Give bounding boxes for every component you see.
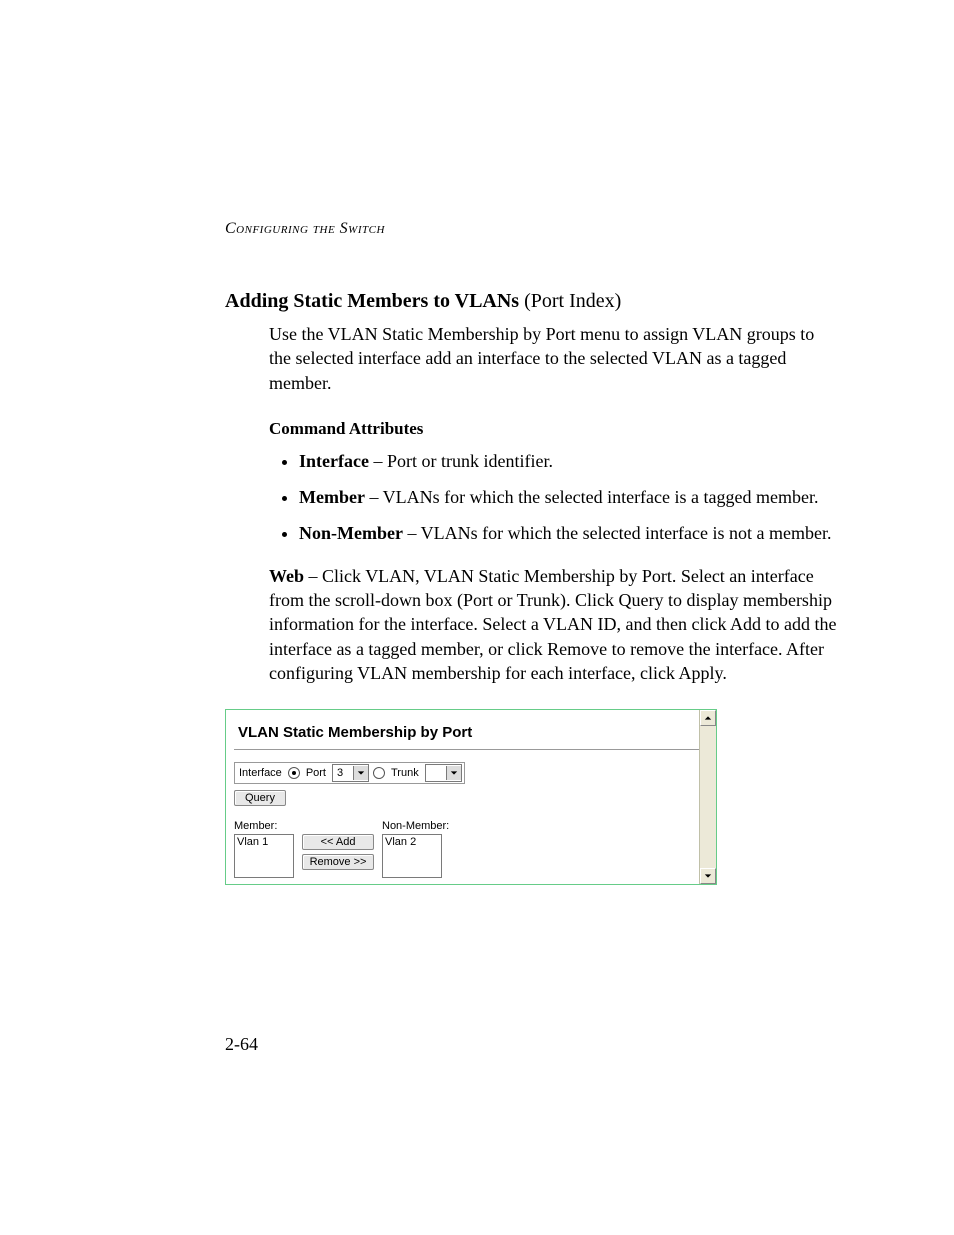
attr-term: Interface — [299, 451, 369, 471]
attributes-list: Interface – Port or trunk identifier. Me… — [269, 449, 839, 546]
attr-desc: – VLANs for which the selected interface… — [403, 523, 832, 543]
interface-row: Interface Port 3 Trunk — [234, 762, 465, 784]
attr-term: Member — [299, 487, 365, 507]
trunk-radio[interactable] — [373, 767, 385, 779]
port-select-value: 3 — [333, 767, 353, 779]
web-lead: Web — [269, 566, 304, 586]
member-label: Member: — [234, 820, 294, 832]
heading-suffix: (Port Index) — [519, 290, 621, 312]
query-button[interactable]: Query — [234, 790, 286, 806]
port-radio[interactable] — [288, 767, 300, 779]
port-label: Port — [306, 767, 326, 779]
nonmember-label: Non-Member: — [382, 820, 449, 832]
panel-title: VLAN Static Membership by Port — [234, 716, 708, 747]
scroll-up-button[interactable] — [700, 710, 716, 726]
attr-desc: – VLANs for which the selected interface… — [365, 487, 819, 507]
port-select[interactable]: 3 — [332, 764, 369, 782]
scrollbar[interactable] — [699, 710, 716, 884]
page-number: 2-64 — [225, 1034, 258, 1055]
running-head: Configuring the Switch — [225, 220, 839, 238]
list-item: Member – VLANs for which the selected in… — [299, 485, 839, 509]
list-item[interactable]: Vlan 1 — [237, 836, 291, 848]
nonmember-listbox[interactable]: Vlan 2 — [382, 834, 442, 878]
scroll-down-button[interactable] — [700, 868, 716, 884]
web-body: – Click VLAN, VLAN Static Membership by … — [269, 566, 836, 683]
trunk-label: Trunk — [391, 767, 419, 779]
attr-desc: – Port or trunk identifier. — [369, 451, 553, 471]
member-listbox[interactable]: Vlan 1 — [234, 834, 294, 878]
screenshot-figure: VLAN Static Membership by Port Interface… — [225, 709, 717, 885]
list-item[interactable]: Vlan 2 — [385, 836, 439, 848]
screenshot-panel: VLAN Static Membership by Port Interface… — [225, 709, 717, 885]
command-attributes-heading: Command Attributes — [269, 419, 839, 439]
chevron-down-icon — [353, 766, 368, 780]
web-paragraph: Web – Click VLAN, VLAN Static Membership… — [269, 564, 839, 685]
section-heading: Adding Static Members to VLANs (Port Ind… — [225, 288, 839, 314]
membership-lists: Member: Vlan 1 << Add Remove >> Non-Memb… — [234, 820, 708, 878]
trunk-select[interactable] — [425, 764, 462, 782]
interface-label: Interface — [239, 767, 282, 779]
divider — [234, 749, 708, 750]
attr-term: Non-Member — [299, 523, 403, 543]
add-button[interactable]: << Add — [302, 834, 374, 850]
list-item: Interface – Port or trunk identifier. — [299, 449, 839, 473]
chevron-down-icon — [446, 766, 461, 780]
intro-paragraph: Use the VLAN Static Membership by Port m… — [269, 322, 839, 395]
remove-button[interactable]: Remove >> — [302, 854, 374, 870]
list-item: Non-Member – VLANs for which the selecte… — [299, 521, 839, 545]
heading-main: Adding Static Members to VLANs — [225, 290, 519, 312]
